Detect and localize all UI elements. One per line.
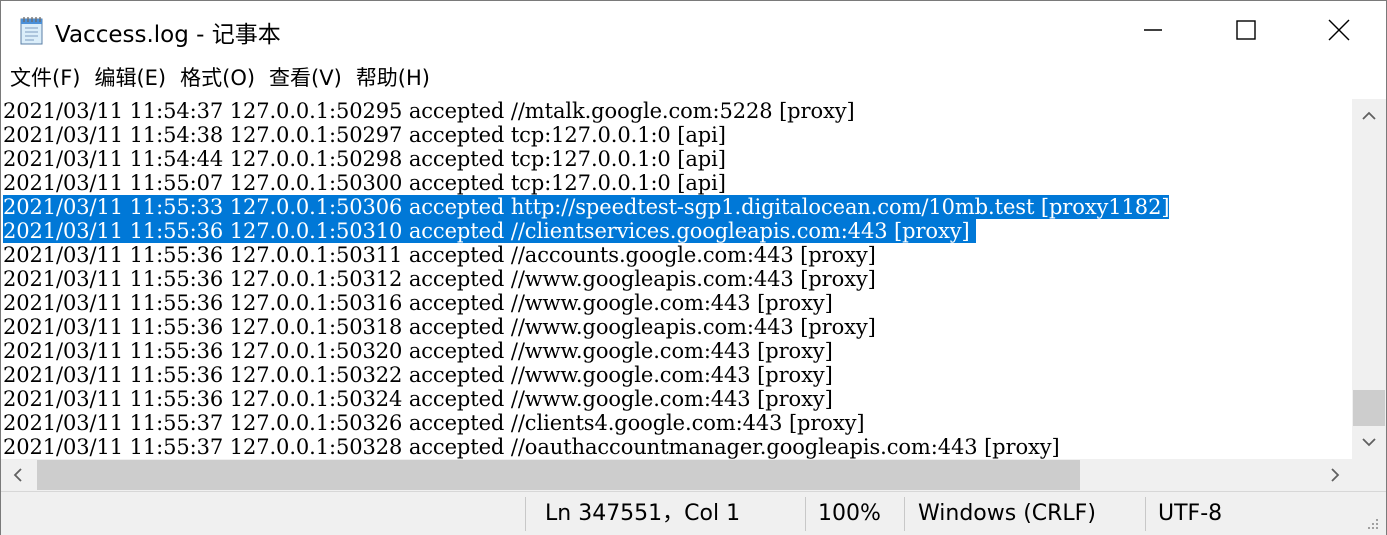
chevron-down-icon <box>1362 438 1376 447</box>
scroll-right-button[interactable] <box>1318 459 1352 491</box>
text-line[interactable]: 2021/03/11 11:54:38 127.0.0.1:50297 acce… <box>3 123 726 147</box>
text-editor[interactable]: 2021/03/11 11:54:37 127.0.0.1:50295 acce… <box>1 99 1351 461</box>
text-line[interactable]: 2021/03/11 11:55:36 127.0.0.1:50312 acce… <box>3 267 876 291</box>
text-line[interactable]: 2021/03/11 11:55:36 127.0.0.1:50318 acce… <box>3 315 876 339</box>
chevron-right-icon <box>1331 468 1340 482</box>
text-line[interactable]: 2021/03/11 11:55:37 127.0.0.1:50328 acce… <box>3 435 1060 459</box>
scrollbar-corner <box>1352 459 1386 491</box>
text-line[interactable]: 2021/03/11 11:54:37 127.0.0.1:50295 acce… <box>3 99 855 123</box>
minimize-button[interactable] <box>1107 1 1199 59</box>
status-position: Ln 347551，Col 1 <box>545 501 741 526</box>
text-line[interactable]: 2021/03/11 11:55:07 127.0.0.1:50300 acce… <box>3 171 726 195</box>
text-line[interactable]: 2021/03/11 11:55:36 127.0.0.1:50322 acce… <box>3 363 833 387</box>
notepad-window: Vaccess.log - 记事本 文件(F) 编辑(E) 格式(O) 查看(V… <box>0 0 1387 535</box>
status-zoom: 100% <box>818 501 881 526</box>
text-line[interactable]: 2021/03/11 11:55:36 127.0.0.1:50316 acce… <box>3 291 833 315</box>
status-separator <box>525 497 526 531</box>
status-line-ending: Windows (CRLF) <box>918 501 1096 526</box>
status-separator <box>1145 497 1146 531</box>
maximize-icon <box>1236 20 1256 40</box>
horizontal-scroll-thumb[interactable] <box>37 460 1080 490</box>
vertical-scrollbar[interactable] <box>1352 99 1386 461</box>
text-line[interactable]: 2021/03/11 11:55:37 127.0.0.1:50326 acce… <box>3 411 865 435</box>
menu-bar: 文件(F) 编辑(E) 格式(O) 查看(V) 帮助(H) <box>1 59 1386 97</box>
text-line[interactable]: 2021/03/11 11:55:36 127.0.0.1:50324 acce… <box>3 387 833 411</box>
horizontal-scrollbar[interactable] <box>1 459 1352 491</box>
chevron-left-icon <box>13 468 22 482</box>
status-separator <box>904 497 905 531</box>
close-button[interactable] <box>1293 1 1385 59</box>
text-line-selected[interactable]: 2021/03/11 11:55:33 127.0.0.1:50306 acce… <box>3 195 1170 219</box>
menu-edit[interactable]: 编辑(E) <box>87 59 173 97</box>
text-line[interactable]: 2021/03/11 11:54:44 127.0.0.1:50298 acce… <box>3 147 726 171</box>
text-line[interactable]: 2021/03/11 11:55:36 127.0.0.1:50320 acce… <box>3 339 833 363</box>
resize-grip-icon[interactable] <box>1361 512 1381 532</box>
menu-file[interactable]: 文件(F) <box>3 59 87 97</box>
vertical-scroll-thumb[interactable] <box>1353 390 1385 426</box>
window-title: Vaccess.log - 记事本 <box>55 22 281 48</box>
scroll-up-button[interactable] <box>1352 99 1386 133</box>
text-line-selected[interactable]: 2021/03/11 11:55:36 127.0.0.1:50310 acce… <box>3 219 977 243</box>
notepad-icon[interactable] <box>17 16 47 46</box>
scroll-down-button[interactable] <box>1352 425 1386 459</box>
status-bar: Ln 347551，Col 1 100% Windows (CRLF) UTF-… <box>1 491 1386 535</box>
chevron-up-icon <box>1362 111 1376 120</box>
menu-view[interactable]: 查看(V) <box>262 59 349 97</box>
status-encoding: UTF-8 <box>1158 501 1223 526</box>
scroll-left-button[interactable] <box>1 459 35 491</box>
maximize-button[interactable] <box>1200 1 1292 59</box>
menu-format[interactable]: 格式(O) <box>173 59 262 97</box>
minimize-icon <box>1144 29 1162 31</box>
text-line[interactable]: 2021/03/11 11:55:36 127.0.0.1:50311 acce… <box>3 243 876 267</box>
status-separator <box>805 497 806 531</box>
close-icon <box>1328 19 1350 41</box>
menu-help[interactable]: 帮助(H) <box>349 59 437 97</box>
title-bar[interactable]: Vaccess.log - 记事本 <box>1 1 1386 59</box>
